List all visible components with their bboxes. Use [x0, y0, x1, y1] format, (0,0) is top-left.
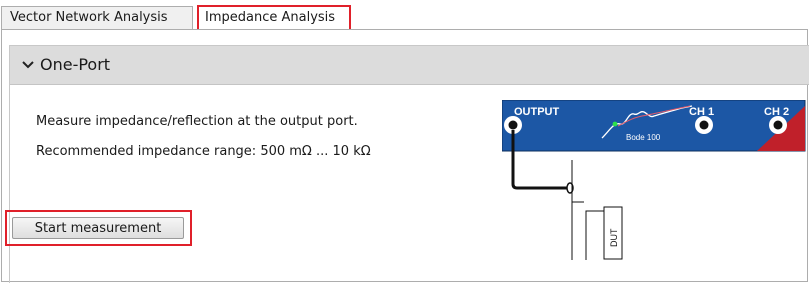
tab-vector-network-analysis[interactable]: Vector Network Analysis [1, 6, 193, 29]
model-label: Bode 100 [626, 133, 661, 142]
tab-bar: Vector Network Analysis Impedance Analys… [0, 0, 809, 30]
start-measurement-button[interactable]: Start measurement [12, 217, 184, 239]
section-title: One-Port [40, 55, 111, 74]
tab-impedance-analysis[interactable]: Impedance Analysis [197, 5, 351, 30]
start-measurement-highlight: Start measurement [5, 210, 192, 246]
measurement-description: Measure impedance/reflection at the outp… [36, 114, 358, 129]
bode100-connection-diagram: OUTPUT CH 1 CH 2 Bode 100 DUT [502, 100, 806, 260]
section-header[interactable]: One-Port [10, 46, 809, 85]
status-led-icon [612, 121, 618, 127]
output-label: OUTPUT [514, 106, 560, 118]
dut-wiring [571, 160, 584, 203]
chevron-down-icon [22, 61, 34, 69]
impedance-range-text: Recommended impedance range: 500 mΩ ... … [36, 144, 371, 159]
dut-label: DUT [609, 228, 619, 247]
ch1-connector-icon [695, 116, 713, 134]
ch2-connector-icon [769, 116, 787, 134]
ch1-label: CH 1 [689, 106, 714, 118]
